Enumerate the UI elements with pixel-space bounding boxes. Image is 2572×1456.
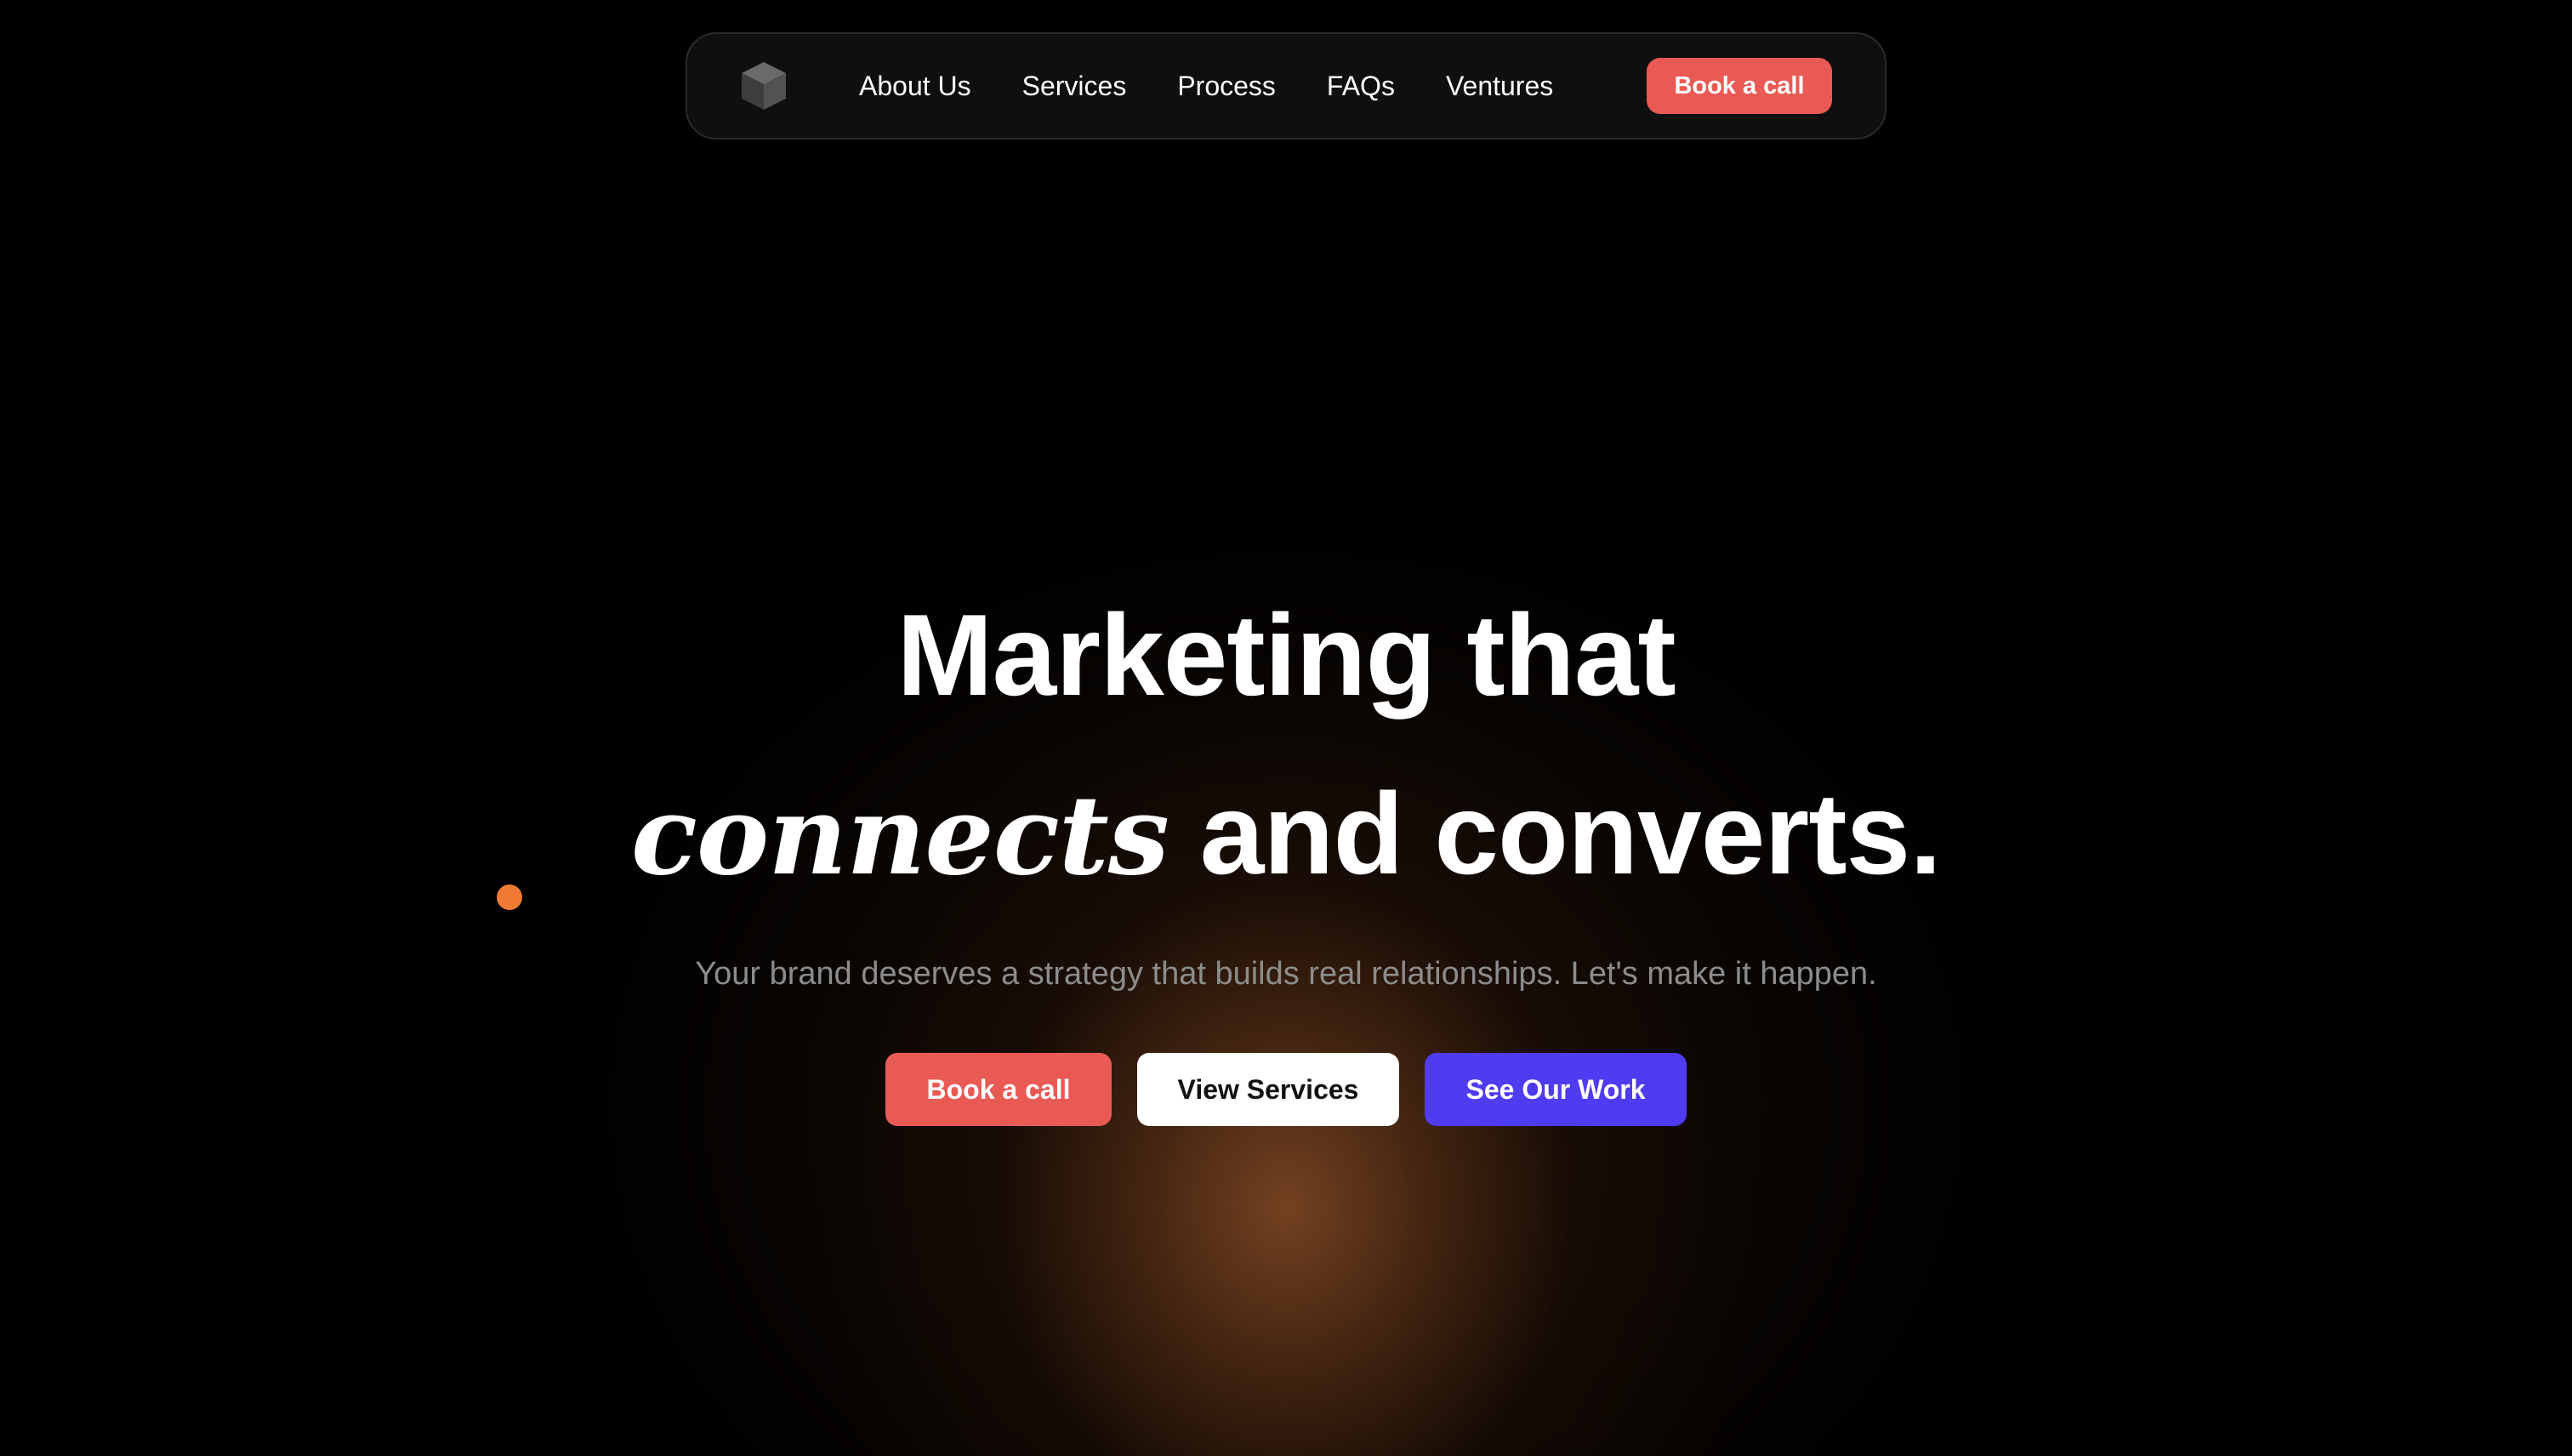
nav-link-ventures[interactable]: Ventures xyxy=(1446,71,1553,102)
nav-links: About Us Services Process FAQs Ventures xyxy=(859,71,1553,102)
hero-title-rest: and converts. xyxy=(1168,769,1942,898)
page: About Us Services Process FAQs Ventures … xyxy=(0,0,2572,1456)
nav-link-services[interactable]: Services xyxy=(1022,71,1127,102)
decorative-dot xyxy=(497,884,522,910)
see-our-work-button[interactable]: See Our Work xyxy=(1425,1053,1687,1126)
nav-link-process[interactable]: Process xyxy=(1177,71,1276,102)
nav-link-faqs[interactable]: FAQs xyxy=(1327,71,1395,102)
hero-title-italic-word: connects xyxy=(630,772,1169,900)
hero-buttons: Book a call View Services See Our Work xyxy=(0,1053,2572,1126)
cube-icon[interactable] xyxy=(738,60,789,111)
nav-link-about-us[interactable]: About Us xyxy=(859,71,971,102)
hero-title-line-1: Marketing that xyxy=(896,590,1676,719)
hero-title-line-2: connects and converts. xyxy=(0,765,2572,904)
book-call-button[interactable]: Book a call xyxy=(885,1053,1112,1126)
hero-subtitle: Your brand deserves a strategy that buil… xyxy=(695,956,1877,992)
top-navbar: About Us Services Process FAQs Ventures … xyxy=(686,32,1886,139)
view-services-button[interactable]: View Services xyxy=(1137,1053,1399,1126)
nav-book-call-button[interactable]: Book a call xyxy=(1647,58,1832,114)
